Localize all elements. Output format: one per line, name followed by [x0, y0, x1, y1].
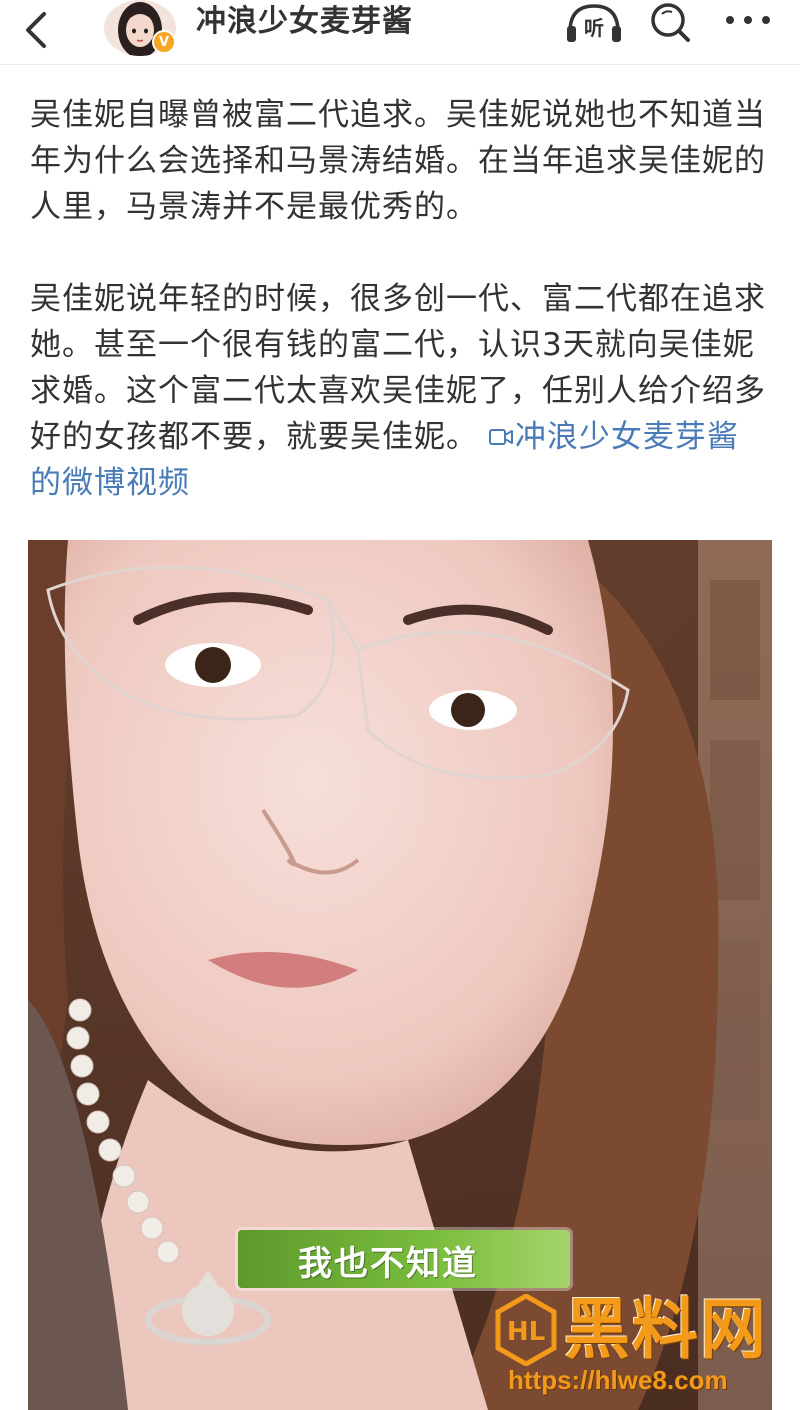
author-name[interactable]: 冲浪少女麦芽酱: [196, 2, 413, 42]
video-player[interactable]: 我也不知道: [28, 540, 772, 1410]
watermark-logo-text: 黑料网: [564, 1291, 768, 1368]
search-button[interactable]: [646, 0, 696, 44]
search-icon: [651, 3, 690, 42]
chevron-left-icon: [26, 12, 46, 48]
post-body: 吴佳妮自曝曾被富二代追求。吴佳妮说她也不知道当年为什么会选择和马景涛结婚。在当年…: [30, 92, 770, 506]
video-subtitle: 我也不知道: [298, 1244, 478, 1284]
post-paragraph-2: 吴佳妮说年轻的时候，很多创一代、富二代都在追求她。甚至一个很有钱的富二代，认识3…: [30, 276, 770, 506]
back-button[interactable]: [18, 8, 58, 52]
watermark-logo-icon: HL: [495, 1294, 557, 1366]
watermark: HL 黑料网 https://hlwe8.com: [494, 1290, 784, 1400]
more-dots-icon: [726, 16, 770, 24]
listen-label: 听: [584, 16, 604, 40]
verified-badge: V: [152, 30, 176, 54]
more-button[interactable]: [722, 6, 774, 36]
listen-button[interactable]: 听: [564, 2, 624, 46]
watermark-url: https://hlwe8.com: [508, 1365, 728, 1395]
post-paragraph-1: 吴佳妮自曝曾被富二代追求。吴佳妮说她也不知道当年为什么会选择和马景涛结婚。在当年…: [30, 97, 766, 225]
top-bar: V 冲浪少女麦芽酱 听: [0, 0, 800, 65]
video-subtitle-banner: 我也不知道: [238, 1230, 570, 1288]
svg-text:HL: HL: [507, 1317, 545, 1347]
video-camera-icon: [488, 429, 513, 445]
headphones-icon: 听: [567, 4, 621, 42]
